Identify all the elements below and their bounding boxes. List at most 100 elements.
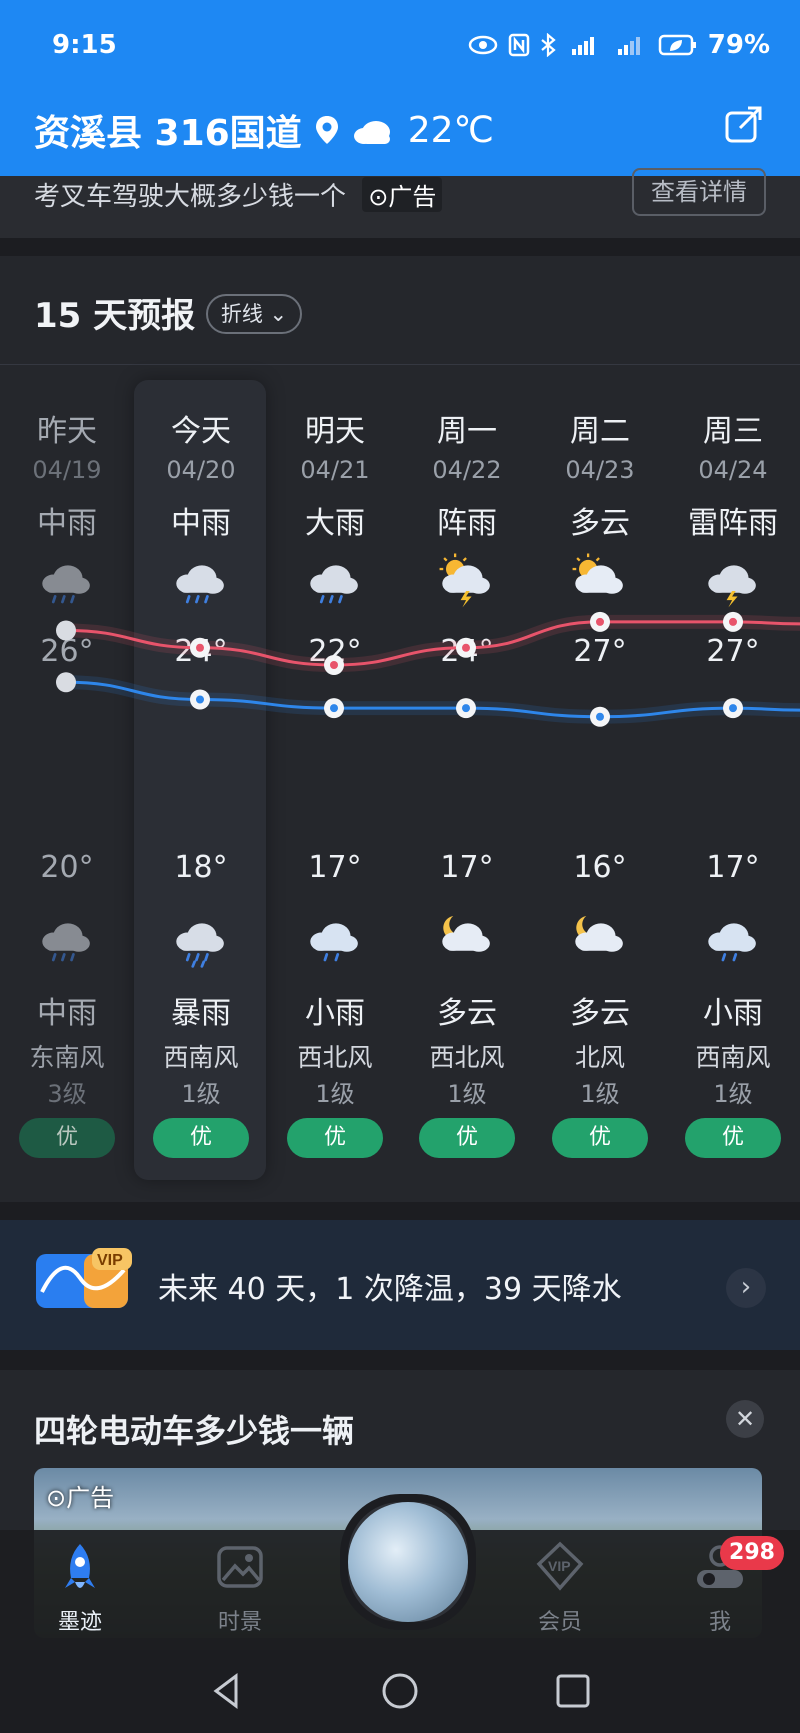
chevron-right-icon[interactable]: › [726, 1268, 766, 1308]
low-temp: 17° [440, 850, 494, 885]
low-temp: 20° [40, 850, 94, 885]
forecast-day[interactable]: 周三 04/24 雷阵雨 27° 17° 小雨 西南风 1级优 [666, 256, 800, 1202]
day-date: 04/24 [698, 456, 768, 484]
forecast-day[interactable]: 昨天 04/19 中雨 26° 20° 中雨 东南风 3级优 [0, 256, 134, 1202]
forecast-day[interactable]: 明天 04/21 大雨 22° 17° 小雨 西北风 1级优 [268, 256, 402, 1202]
day-name: 昨天 [37, 414, 97, 449]
location-pin-icon [315, 116, 338, 144]
tab-scenes[interactable]: 时景 [190, 1540, 290, 1636]
nfc-icon [508, 33, 530, 57]
wind-direction: 西北风 [429, 1043, 505, 1072]
notification-badge: 298 [720, 1536, 784, 1570]
location-header[interactable]: 资溪县 316国道 22℃ [34, 104, 494, 156]
tab-vip[interactable]: VIP 会员 [510, 1540, 610, 1636]
night-condition: 小雨 [703, 996, 763, 1031]
day-condition: 雷阵雨 [688, 506, 778, 541]
day-name: 周二 [570, 414, 630, 449]
wind-level: 1级 [580, 1080, 620, 1108]
air-quality-badge: 优 [685, 1118, 781, 1158]
night-condition: 小雨 [305, 996, 365, 1031]
vip-forecast-text[interactable]: 未来 40 天，1 次降温，39 天降水 [158, 1264, 622, 1308]
scene-thumbnail [348, 1502, 468, 1622]
forecast-day[interactable]: 周一 04/22 阵雨 24° 17° 多云 西北风 1级优 [400, 256, 534, 1202]
rain-icon [35, 906, 99, 970]
ad-bar[interactable]: 考叉车驾驶大概多少钱一个 ⊙广告 查看详情 [0, 168, 800, 238]
high-temp: 27° [706, 634, 760, 669]
wind-level: 1级 [315, 1080, 355, 1108]
signal-icon-2 [617, 37, 640, 55]
recents-icon[interactable] [552, 1670, 594, 1712]
ad-text[interactable]: 考叉车驾驶大概多少钱一个 [34, 182, 346, 212]
center-scene-button[interactable] [340, 1494, 476, 1630]
tab-label: 我 [708, 1610, 731, 1635]
moon-cloud-icon [435, 906, 499, 970]
vip-diamond-icon: VIP [536, 1541, 584, 1591]
ad-image-tag: ⊙广告 [46, 1484, 115, 1512]
location-name[interactable]: 资溪县 316国道 [34, 104, 302, 156]
day-date: 04/21 [300, 456, 370, 484]
air-quality-badge: 优 [287, 1118, 383, 1158]
tab-moji[interactable]: 墨迹 [30, 1540, 130, 1636]
wind-level: 1级 [713, 1080, 753, 1108]
forecast-day[interactable]: 今天 04/20 中雨 24° 18° 暴雨 西南风 1级优 [134, 256, 268, 1202]
forecast-day[interactable]: 周二 04/23 多云 27° 16° 多云 北风 1级优 [533, 256, 667, 1202]
share-icon[interactable] [724, 104, 764, 144]
close-icon[interactable]: ✕ [726, 1400, 764, 1438]
wind-direction: 西南风 [163, 1043, 239, 1072]
air-quality-badge: 优 [419, 1118, 515, 1158]
night-condition: 暴雨 [171, 996, 231, 1031]
photo-icon [217, 1546, 263, 1588]
vip-badge: VIP [97, 1252, 123, 1269]
night-condition: 中雨 [37, 996, 97, 1031]
heavy-rain-icon [169, 906, 233, 970]
high-temp: 22° [308, 634, 362, 669]
thunderstorm-icon [701, 548, 765, 612]
day-date: 04/20 [166, 456, 236, 484]
back-icon[interactable] [206, 1670, 248, 1712]
high-temp: 24° [440, 634, 494, 669]
tab-label: 时景 [217, 1610, 262, 1635]
rain-icon [169, 548, 233, 612]
top-bar: 9:15 79% 资溪县 316国道 22℃ [0, 0, 800, 176]
day-name: 周一 [437, 414, 497, 449]
ad-tag: ⊙广告 [362, 177, 443, 212]
forecast-card: 15 天预报 折线 ⌄ 昨天 04/19 中雨 26° 20° 中雨 东南风 3级优今天 04/… [0, 256, 800, 1202]
moon-cloud-icon [568, 906, 632, 970]
air-quality-badge: 优 [552, 1118, 648, 1158]
air-quality-badge: 优 [19, 1118, 115, 1158]
vip-forecast-banner[interactable]: VIP 未来 40 天，1 次降温，39 天降水 › [0, 1220, 800, 1350]
low-temp: 18° [174, 850, 228, 885]
home-icon[interactable] [379, 1670, 421, 1712]
status-bar: 9:15 79% [0, 0, 800, 90]
eye-icon [468, 35, 498, 55]
wind-direction: 西北风 [297, 1043, 373, 1072]
day-date: 04/19 [32, 456, 102, 484]
system-nav-bar [0, 1650, 800, 1733]
vip-trend-icon: VIP [36, 1248, 132, 1308]
tab-label: 墨迹 [57, 1610, 102, 1635]
day-name: 明天 [305, 414, 365, 449]
day-condition: 阵雨 [437, 506, 497, 541]
wind-level: 3级 [47, 1080, 87, 1108]
sun-cloud-icon [568, 548, 632, 612]
day-date: 04/23 [565, 456, 635, 484]
high-temp: 26° [40, 634, 94, 669]
wind-level: 1级 [181, 1080, 221, 1108]
light-rain-icon [303, 906, 367, 970]
rocket-icon [65, 1544, 95, 1588]
day-name: 周三 [703, 414, 763, 449]
svg-text:VIP: VIP [548, 1558, 571, 1574]
wind-direction: 北风 [574, 1043, 625, 1072]
night-condition: 多云 [437, 996, 497, 1031]
high-temp: 24° [174, 634, 228, 669]
wind-direction: 东南风 [29, 1043, 105, 1072]
rain-icon [303, 548, 367, 612]
ad-headline[interactable]: 四轮电动车多少钱一辆 [34, 1406, 354, 1452]
view-details-button[interactable]: 查看详情 [632, 168, 766, 216]
air-quality-badge: 优 [153, 1118, 249, 1158]
night-condition: 多云 [570, 996, 630, 1031]
day-date: 04/22 [432, 456, 502, 484]
bluetooth-icon [541, 33, 556, 57]
battery-percent: 79% [707, 30, 770, 60]
battery-icon [658, 34, 696, 56]
